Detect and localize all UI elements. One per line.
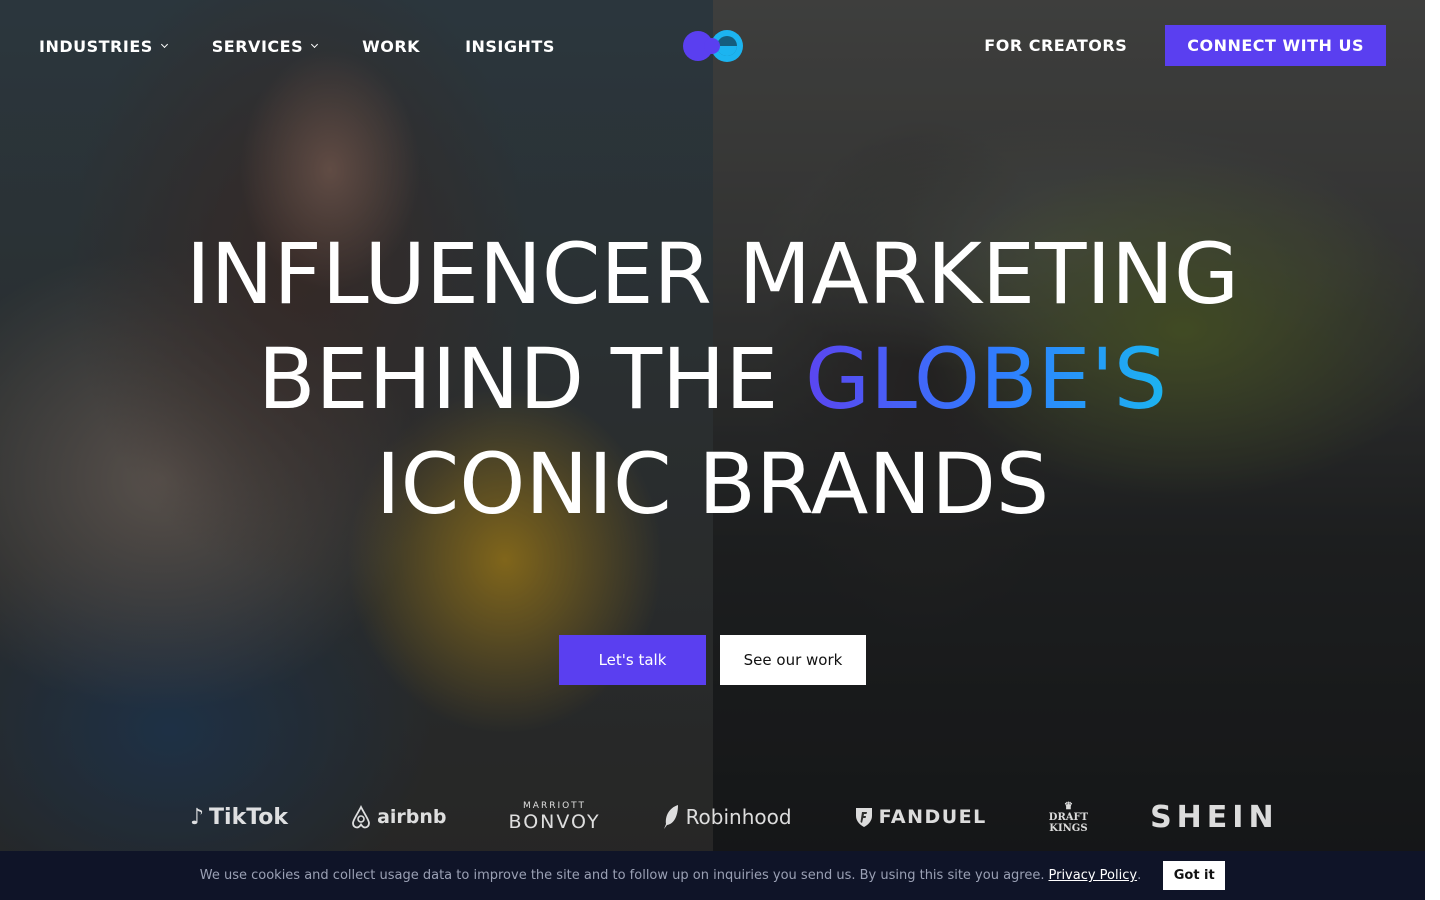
got-it-button[interactable]: Got it bbox=[1163, 861, 1226, 890]
nav-item-label: INSIGHTS bbox=[465, 36, 555, 56]
shein-logo: SHEIN bbox=[1150, 800, 1278, 835]
headline-line-1: INFLUENCER MARKETING bbox=[185, 225, 1240, 323]
cookie-period: . bbox=[1137, 868, 1142, 883]
feather-icon bbox=[663, 805, 678, 829]
robinhood-logo: Robinhood bbox=[663, 804, 792, 830]
cookie-banner: We use cookies and collect usage data to… bbox=[0, 851, 1425, 900]
draftkings-wordmark-1: DRAFT bbox=[1048, 811, 1089, 823]
nav-item-industries[interactable]: INDUSTRIES bbox=[39, 34, 168, 58]
shield-icon bbox=[855, 808, 872, 827]
fanduel-logo: FANDUEL bbox=[854, 806, 987, 828]
airbnb-wordmark: airbnb bbox=[377, 806, 447, 828]
airbnb-logo: airbnb bbox=[350, 805, 447, 829]
hero-headline: INFLUENCER MARKETING BEHIND THE GLOBE'S … bbox=[0, 222, 1425, 537]
headline-line-3: ICONIC BRANDS bbox=[375, 435, 1050, 533]
privacy-policy-link[interactable]: Privacy Policy bbox=[1048, 868, 1137, 883]
crown-icon: ♛ bbox=[1063, 800, 1073, 812]
robinhood-wordmark: Robinhood bbox=[685, 805, 792, 829]
see-our-work-button[interactable]: See our work bbox=[720, 635, 866, 685]
chevron-down-icon bbox=[160, 40, 168, 49]
nav-item-services[interactable]: SERVICES bbox=[211, 34, 319, 58]
shein-wordmark: SHEIN bbox=[1150, 799, 1279, 835]
tiktok-icon: ♪ bbox=[190, 804, 205, 830]
cookie-message: We use cookies and collect usage data to… bbox=[199, 868, 1045, 883]
nav-item-label: SERVICES bbox=[211, 36, 304, 56]
hero-cta-group: Let's talk See our work bbox=[559, 635, 866, 685]
airbnb-icon bbox=[352, 805, 370, 829]
nav-item-work[interactable]: WORK bbox=[362, 34, 420, 58]
headline-line-2-text: BEHIND THE bbox=[257, 330, 805, 428]
brand-logo-strip: ♪ TikTok airbnb MARRIOTT BONVOY Robinhoo… bbox=[190, 800, 1274, 835]
nav-item-label: WORK bbox=[362, 36, 421, 56]
headline-line-2: BEHIND THE GLOBE'S bbox=[0, 327, 1425, 432]
marriott-wordmark: MARRIOTT bbox=[523, 801, 587, 811]
nav-item-insights[interactable]: INSIGHTS bbox=[465, 34, 555, 58]
tiktok-wordmark: TikTok bbox=[209, 804, 289, 830]
chevron-down-icon bbox=[311, 40, 319, 49]
header-actions: FOR CREATORS CONNECT WITH US bbox=[984, 25, 1386, 66]
tiktok-logo: ♪ TikTok bbox=[190, 805, 288, 830]
lets-talk-button[interactable]: Let's talk bbox=[559, 635, 706, 685]
main-nav: INDUSTRIES SERVICES WORK INSIGHTS bbox=[39, 34, 600, 58]
bonvoy-wordmark: BONVOY bbox=[508, 811, 601, 833]
nav-item-label: INDUSTRIES bbox=[39, 36, 153, 56]
connect-button[interactable]: CONNECT WITH US bbox=[1165, 25, 1386, 66]
scrollbar-track bbox=[1425, 0, 1440, 900]
draftkings-wordmark-2: KINGS bbox=[1049, 822, 1088, 834]
marriott-bonvoy-logo: MARRIOTT BONVOY bbox=[509, 802, 601, 832]
for-creators-link[interactable]: FOR CREATORS bbox=[984, 36, 1127, 55]
brand-logo-icon[interactable] bbox=[682, 28, 746, 64]
draftkings-logo: ♛ DRAFT KINGS bbox=[1049, 801, 1088, 834]
headline-highlight: GLOBE'S bbox=[804, 330, 1168, 428]
fanduel-wordmark: FANDUEL bbox=[878, 806, 987, 828]
